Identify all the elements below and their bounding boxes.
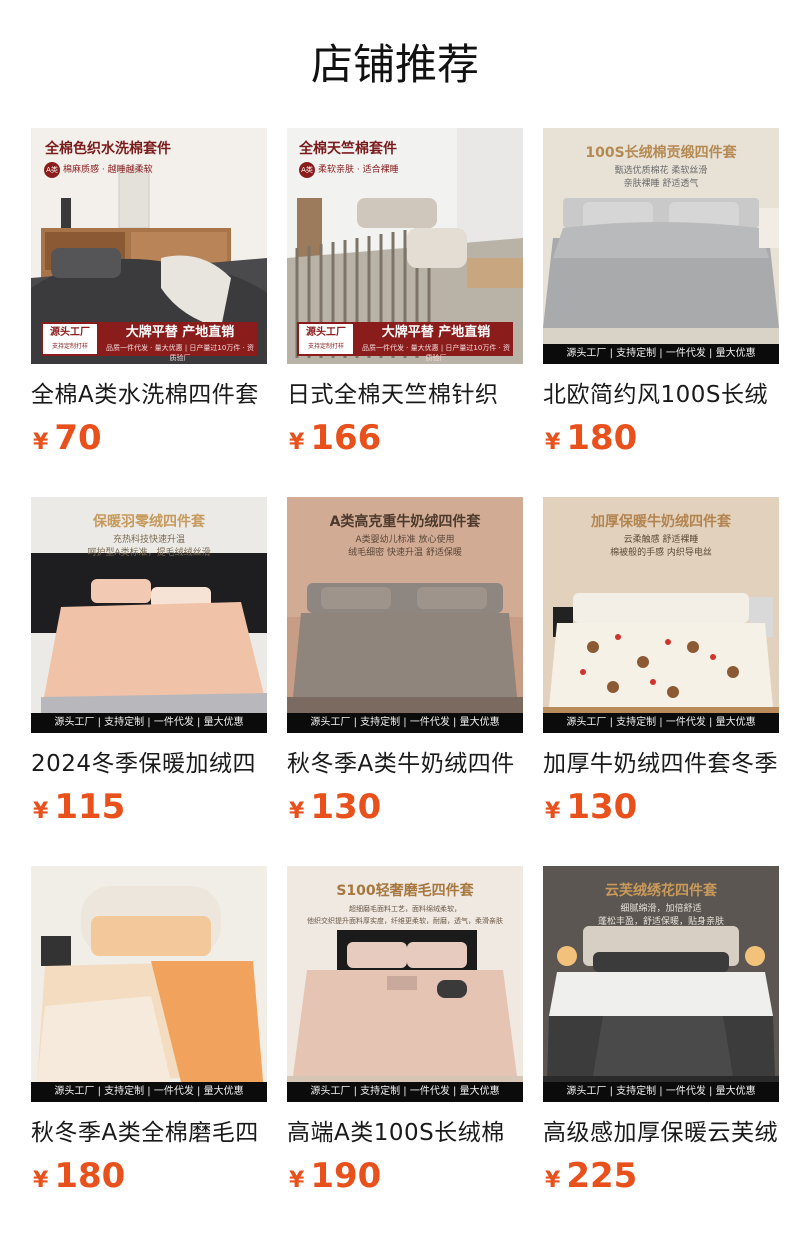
product-price: ¥130 <box>545 787 637 827</box>
banner-main-text: 大牌平替 产地直销 <box>381 325 491 340</box>
promo-banner: 源头工厂 支持定制打样 大牌平替 产地直销 品质一件代发 · 量大优惠 | 日产… <box>41 322 257 362</box>
price-value: 190 <box>310 1156 382 1196</box>
product-image[interactable]: S100轻奢磨毛四件套 超细磨毛面料工艺，面料绵绒柔软， 他织交织提升面料厚实度… <box>287 866 523 1102</box>
image-subtitle-2: 棉被般的手感 内织导电丝 <box>610 548 712 558</box>
a-grade-badge: A类 <box>44 162 60 178</box>
banner-factory-box: 源头工厂 支持定制打样 <box>41 322 99 356</box>
product-price: ¥130 <box>289 787 381 827</box>
promo-banner: 源头工厂 支持定制打样 大牌平替 产地直销 品质一件代发 · 量大优惠 | 日产… <box>297 322 513 362</box>
product-name[interactable]: 加厚牛奶绒四件套冬季 <box>543 747 779 781</box>
image-subtitle-2: 蓬松丰盈，舒适保暖，贴身亲肤 <box>597 917 724 927</box>
image-title: 100S长绒棉贡缎四件套 <box>585 145 737 161</box>
product-image[interactable]: 全棉色织水洗棉套件 A类 棉麻质感 · 越睡越柔软 源头工厂 支持定制打样 大牌… <box>31 128 267 364</box>
image-subtitle: 细腻绵滑，加倍舒适 <box>620 904 702 914</box>
currency-symbol: ¥ <box>33 430 49 455</box>
banner-factory-box: 源头工厂 支持定制打样 <box>297 322 355 356</box>
product-image[interactable]: 保暖羽零绒四件套 充热科技快速升温 呵护型A类标准，提毛绒绒丝滑 源头工厂 | … <box>31 497 267 733</box>
price-value: 180 <box>566 418 638 458</box>
product-price: ¥225 <box>545 1156 637 1196</box>
product-price: ¥180 <box>33 1156 125 1196</box>
banner-small-text: 品质一件代发 · 量大优惠 | 日产量过10万件 · 资质验厂 <box>105 344 255 362</box>
image-subtitle: 超细磨毛面料工艺，面料绵绒柔软， <box>349 905 461 913</box>
price-value: 70 <box>54 418 102 458</box>
product-image[interactable]: 源头工厂 | 支持定制 | 一件代发 | 量大优惠 <box>31 866 267 1102</box>
product-image[interactable]: 全棉天竺棉套件 A类 柔软亲肤 · 适合裸睡 源头工厂 支持定制打样 大牌平替 … <box>287 128 523 364</box>
image-footer-bar: 源头工厂 | 支持定制 | 一件代发 | 量大优惠 <box>543 713 779 733</box>
product-image[interactable]: 100S长绒棉贡缎四件套 甄选优质棉花 柔软丝滑 亲肤裸睡 舒适透气 源头工厂 … <box>543 128 779 364</box>
a-grade-badge: A类 <box>299 162 315 178</box>
image-subtitle-2: 呵护型A类标准，提毛绒绒丝滑 <box>87 548 211 558</box>
product-card[interactable]: 云芙绒绣花四件套 细腻绵滑，加倍舒适 蓬松丰盈，舒适保暖，贴身亲肤 源头工厂 |… <box>543 866 779 1196</box>
product-card[interactable]: S100轻奢磨毛四件套 超细磨毛面料工艺，面料绵绒柔软， 他织交织提升面料厚实度… <box>287 866 523 1196</box>
image-subtitle: 云柔触感 舒适裸睡 <box>623 535 699 545</box>
currency-symbol: ¥ <box>33 1168 49 1193</box>
image-subtitle: 柔软亲肤 · 适合裸睡 <box>318 165 399 175</box>
price-value: 166 <box>310 418 382 458</box>
currency-symbol: ¥ <box>545 1168 561 1193</box>
product-name[interactable]: 全棉A类水洗棉四件套 <box>31 378 267 412</box>
product-card[interactable]: 保暖羽零绒四件套 充热科技快速升温 呵护型A类标准，提毛绒绒丝滑 源头工厂 | … <box>31 497 267 827</box>
image-title: 全棉色织水洗棉套件 <box>45 141 171 157</box>
image-subtitle-2: 亲肤裸睡 舒适透气 <box>623 179 699 189</box>
product-image[interactable]: 加厚保暖牛奶绒四件套 云柔触感 舒适裸睡 棉被般的手感 内织导电丝 源头工厂 |… <box>543 497 779 733</box>
image-subtitle: 棉麻质感 · 越睡越柔软 <box>63 165 153 175</box>
currency-symbol: ¥ <box>545 430 561 455</box>
product-card[interactable]: 全棉色织水洗棉套件 A类 棉麻质感 · 越睡越柔软 源头工厂 支持定制打样 大牌… <box>31 128 267 458</box>
image-title: A类高克重牛奶绒四件套 <box>329 514 481 530</box>
product-image[interactable]: A类高克重牛奶绒四件套 A类婴幼儿标准 放心使用 绒毛细密 快速升温 舒适保暖 … <box>287 497 523 733</box>
product-name[interactable]: 秋冬季A类牛奶绒四件 <box>287 747 523 781</box>
product-image[interactable]: 云芙绒绣花四件套 细腻绵滑，加倍舒适 蓬松丰盈，舒适保暖，贴身亲肤 源头工厂 |… <box>543 866 779 1102</box>
product-name[interactable]: 高端A类100S长绒棉 <box>287 1116 523 1150</box>
product-name[interactable]: 2024冬季保暖加绒四 <box>31 747 267 781</box>
banner-main-text: 大牌平替 产地直销 <box>125 325 235 340</box>
image-footer-bar: 源头工厂 | 支持定制 | 一件代发 | 量大优惠 <box>31 713 267 733</box>
image-title: 全棉天竺棉套件 <box>299 141 397 157</box>
image-footer-bar: 源头工厂 | 支持定制 | 一件代发 | 量大优惠 <box>543 1082 779 1102</box>
image-subtitle: 甄选优质棉花 柔软丝滑 <box>614 166 708 176</box>
product-price: ¥190 <box>289 1156 381 1196</box>
currency-symbol: ¥ <box>33 799 49 824</box>
currency-symbol: ¥ <box>545 799 561 824</box>
product-name[interactable]: 秋冬季A类全棉磨毛四 <box>31 1116 267 1150</box>
image-title: 加厚保暖牛奶绒四件套 <box>591 514 731 530</box>
product-card[interactable]: 加厚保暖牛奶绒四件套 云柔触感 舒适裸睡 棉被般的手感 内织导电丝 源头工厂 |… <box>543 497 779 827</box>
currency-symbol: ¥ <box>289 430 305 455</box>
product-card[interactable]: A类高克重牛奶绒四件套 A类婴幼儿标准 放心使用 绒毛细密 快速升温 舒适保暖 … <box>287 497 523 827</box>
product-name[interactable]: 日式全棉天竺棉针织 <box>287 378 523 412</box>
image-subtitle-2: 他织交织提升面料厚实度，纤维更柔软，耐磨，透气，柔滑亲肤 <box>307 917 503 925</box>
image-title: 云芙绒绣花四件套 <box>605 883 717 899</box>
product-price: ¥166 <box>289 418 381 458</box>
currency-symbol: ¥ <box>289 799 305 824</box>
banner-small-text: 品质一件代发 · 量大优惠 | 日产量过10万件 · 资质验厂 <box>361 344 511 362</box>
image-subtitle-2: 绒毛细密 快速升温 舒适保暖 <box>348 548 462 558</box>
price-value: 130 <box>566 787 638 827</box>
image-title: S100轻奢磨毛四件套 <box>336 883 474 899</box>
product-price: ¥180 <box>545 418 637 458</box>
image-footer-bar: 源头工厂 | 支持定制 | 一件代发 | 量大优惠 <box>287 1082 523 1102</box>
product-price: ¥115 <box>33 787 125 827</box>
product-card[interactable]: 源头工厂 | 支持定制 | 一件代发 | 量大优惠 秋冬季A类全棉磨毛四 ¥18… <box>31 866 267 1196</box>
page-title: 店铺推荐 <box>310 40 479 89</box>
price-value: 180 <box>54 1156 126 1196</box>
product-card[interactable]: 100S长绒棉贡缎四件套 甄选优质棉花 柔软丝滑 亲肤裸睡 舒适透气 源头工厂 … <box>543 128 779 458</box>
price-value: 115 <box>54 787 126 827</box>
product-name[interactable]: 北欧简约风100S长绒 <box>543 378 779 412</box>
image-footer-bar: 源头工厂 | 支持定制 | 一件代发 | 量大优惠 <box>31 1082 267 1102</box>
image-footer-bar: 源头工厂 | 支持定制 | 一件代发 | 量大优惠 <box>287 713 523 733</box>
product-name[interactable]: 高级感加厚保暖云芙绒 <box>543 1116 779 1150</box>
image-title: 保暖羽零绒四件套 <box>93 514 205 530</box>
product-price: ¥70 <box>33 418 102 458</box>
image-footer-bar: 源头工厂 | 支持定制 | 一件代发 | 量大优惠 <box>543 344 779 364</box>
currency-symbol: ¥ <box>289 1168 305 1193</box>
price-value: 130 <box>310 787 382 827</box>
image-subtitle: A类婴幼儿标准 放心使用 <box>355 535 455 545</box>
product-card[interactable]: 全棉天竺棉套件 A类 柔软亲肤 · 适合裸睡 源头工厂 支持定制打样 大牌平替 … <box>287 128 523 458</box>
image-subtitle: 充热科技快速升温 <box>112 535 185 545</box>
price-value: 225 <box>566 1156 638 1196</box>
